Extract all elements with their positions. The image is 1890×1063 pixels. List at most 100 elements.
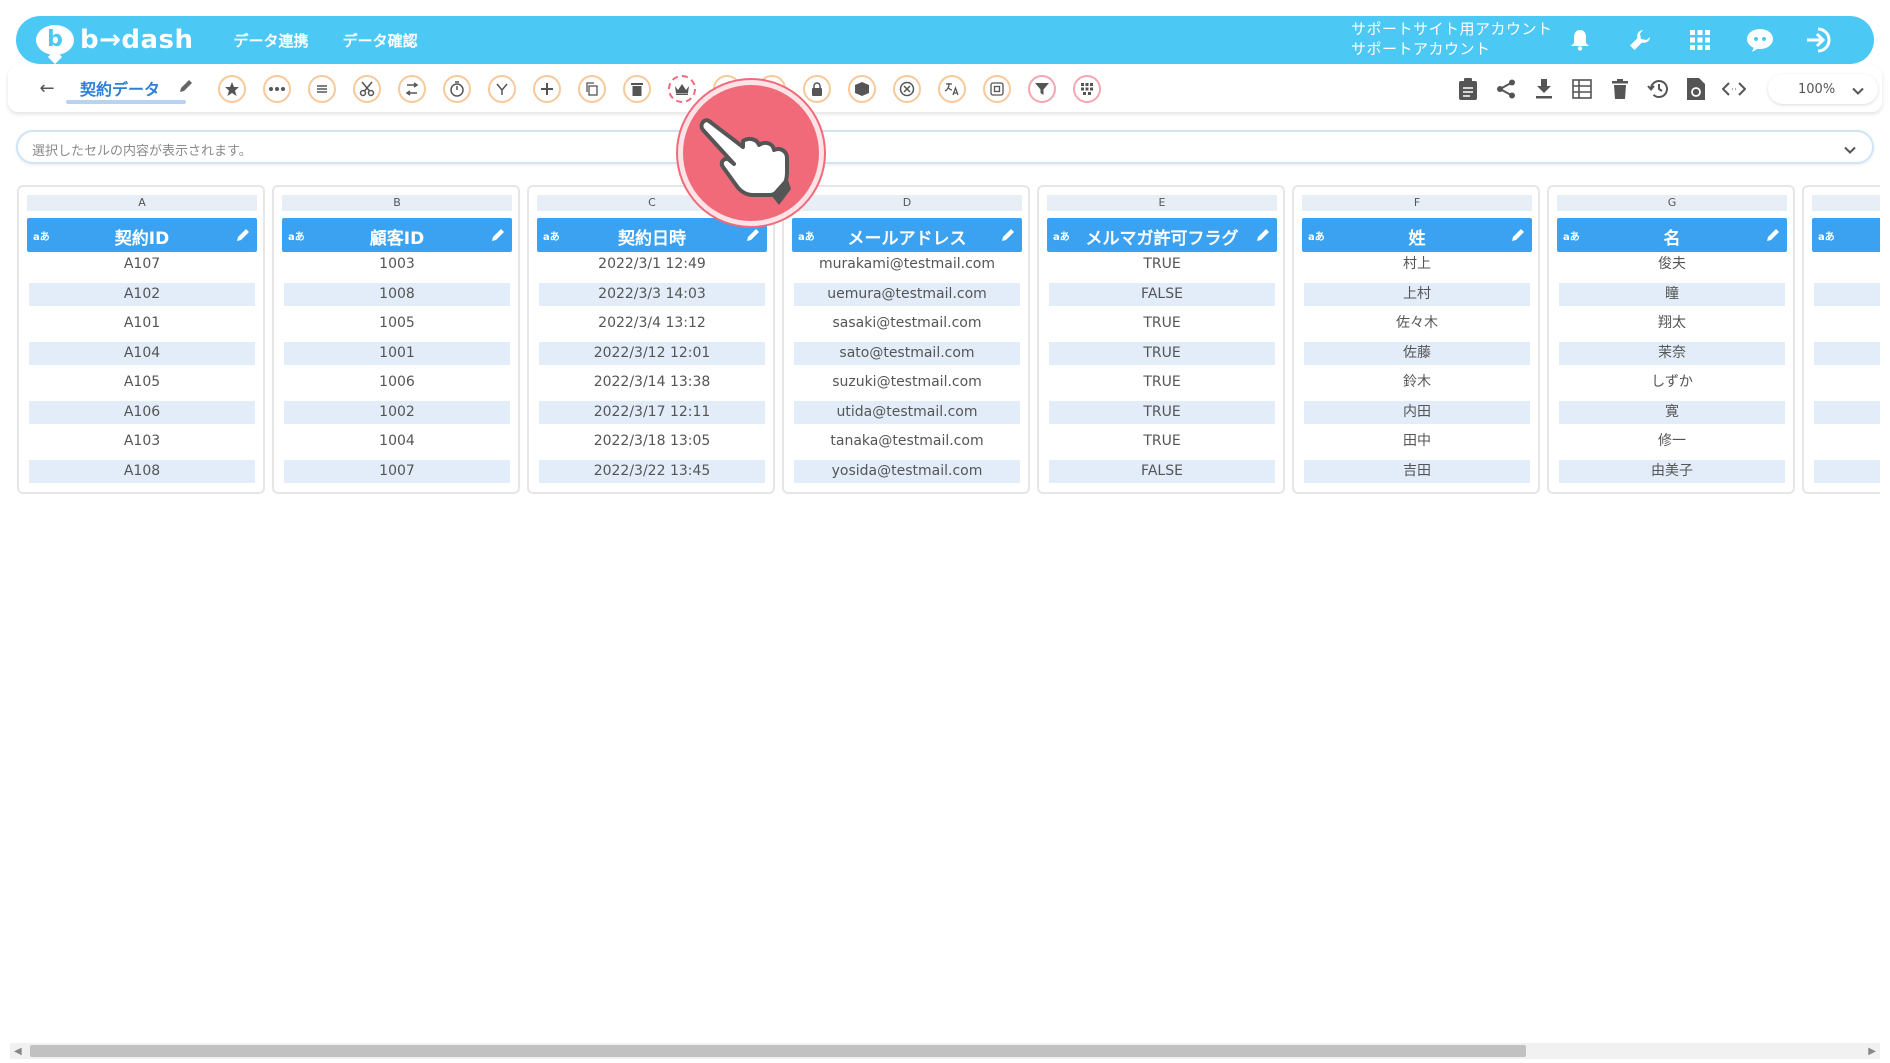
table-cell[interactable]: FALSE bbox=[1049, 459, 1275, 483]
table-cell[interactable]: 1006 bbox=[284, 371, 510, 394]
table-cell[interactable]: 上村 bbox=[1304, 282, 1530, 306]
table-cell[interactable]: 佐藤 bbox=[1304, 341, 1530, 365]
table-cell[interactable]: sato@testmail.com bbox=[794, 341, 1020, 365]
table-cell[interactable]: A103 bbox=[29, 430, 255, 453]
account-info[interactable]: サポートサイト用アカウント サポートアカウント bbox=[1351, 19, 1553, 59]
table-cell[interactable] bbox=[1814, 312, 1880, 335]
table-cell[interactable]: 2022/3/22 13:45 bbox=[539, 459, 765, 483]
table-cell[interactable]: 1004 bbox=[284, 430, 510, 453]
zoom-select[interactable]: 100% bbox=[1768, 74, 1878, 104]
table-cell[interactable]: 2022/3/14 13:38 bbox=[539, 371, 765, 394]
copy-icon[interactable] bbox=[578, 75, 606, 103]
table-cell[interactable]: A108 bbox=[29, 459, 255, 483]
table-cell[interactable]: TRUE bbox=[1049, 341, 1275, 365]
table-cell[interactable]: TRUE bbox=[1049, 312, 1275, 335]
table-cell[interactable]: 2022/3/12 12:01 bbox=[539, 341, 765, 365]
table-cell[interactable]: 2022/3/4 13:12 bbox=[539, 312, 765, 335]
table-cell[interactable]: suzuki@testmail.com bbox=[794, 371, 1020, 394]
table-cell[interactable]: 2022/3/18 13:05 bbox=[539, 430, 765, 453]
grid-icon[interactable] bbox=[1073, 75, 1101, 103]
column-letter[interactable]: E bbox=[1047, 195, 1277, 211]
table-cell[interactable]: A104 bbox=[29, 341, 255, 365]
table-cell[interactable] bbox=[1814, 253, 1880, 276]
logo[interactable]: b b→dash bbox=[36, 25, 194, 55]
column-header[interactable]: aあ 契約ID bbox=[27, 218, 257, 252]
table-cell[interactable]: TRUE bbox=[1049, 400, 1275, 424]
table-cell[interactable] bbox=[1814, 341, 1880, 365]
table-cell[interactable]: 1005 bbox=[284, 312, 510, 335]
table-cell[interactable]: 吉田 bbox=[1304, 459, 1530, 483]
table-cell[interactable] bbox=[1814, 282, 1880, 306]
pencil-icon[interactable] bbox=[490, 227, 506, 243]
cancel-icon[interactable] bbox=[893, 75, 921, 103]
table-cell[interactable]: TRUE bbox=[1049, 253, 1275, 276]
table-cell[interactable]: utida@testmail.com bbox=[794, 400, 1020, 424]
scroll-right-icon[interactable]: ▶ bbox=[1868, 1046, 1876, 1057]
column-header[interactable]: aあ姓 bbox=[1302, 218, 1532, 252]
table-cell[interactable] bbox=[1814, 400, 1880, 424]
column-letter[interactable]: D bbox=[792, 195, 1022, 211]
table-cell[interactable]: 俊夫 bbox=[1559, 253, 1785, 276]
table-cell[interactable]: 村上 bbox=[1304, 253, 1530, 276]
chevron-down-icon[interactable] bbox=[1844, 141, 1856, 160]
table-cell[interactable]: A101 bbox=[29, 312, 255, 335]
delete-icon[interactable] bbox=[1608, 75, 1632, 103]
column-header[interactable]: aあ契 bbox=[1812, 218, 1880, 252]
table-cell[interactable]: FALSE bbox=[1049, 282, 1275, 306]
nav-data-check[interactable]: データ確認 bbox=[343, 30, 418, 51]
download-icon[interactable] bbox=[1532, 75, 1556, 103]
trash-icon[interactable] bbox=[623, 75, 651, 103]
horizontal-scrollbar[interactable]: ◀ ▶ bbox=[10, 1043, 1880, 1059]
pencil-icon[interactable] bbox=[178, 78, 198, 98]
table-icon[interactable] bbox=[1570, 75, 1594, 103]
table-cell[interactable]: 由美子 bbox=[1559, 459, 1785, 483]
table-cell[interactable]: 内田 bbox=[1304, 400, 1530, 424]
table-cell[interactable]: murakami@testmail.com bbox=[794, 253, 1020, 276]
table-cell[interactable]: 修一 bbox=[1559, 430, 1785, 453]
table-cell[interactable]: 1002 bbox=[284, 400, 510, 424]
table-cell[interactable]: tanaka@testmail.com bbox=[794, 430, 1020, 453]
bell-icon[interactable] bbox=[1566, 26, 1594, 54]
back-arrow-icon[interactable]: ← bbox=[36, 78, 58, 100]
column-swap-icon[interactable] bbox=[398, 75, 426, 103]
table-cell[interactable]: A102 bbox=[29, 282, 255, 306]
more-icon[interactable] bbox=[263, 75, 291, 103]
column-letter[interactable] bbox=[1812, 195, 1880, 211]
pencil-icon[interactable] bbox=[1000, 227, 1016, 243]
code-icon[interactable] bbox=[1722, 75, 1746, 103]
table-cell[interactable] bbox=[1814, 459, 1880, 483]
table-cell[interactable]: A107 bbox=[29, 253, 255, 276]
table-cell[interactable]: 寛 bbox=[1559, 400, 1785, 424]
column-header[interactable]: aあ 顧客ID bbox=[282, 218, 512, 252]
filter-icon[interactable] bbox=[1028, 75, 1056, 103]
frame-icon[interactable] bbox=[983, 75, 1011, 103]
pencil-icon[interactable] bbox=[235, 227, 251, 243]
table-cell[interactable]: 1003 bbox=[284, 253, 510, 276]
table-cell[interactable] bbox=[1814, 371, 1880, 394]
column-letter[interactable]: F bbox=[1302, 195, 1532, 211]
column-header[interactable]: aあ メルマガ許可フラグ bbox=[1047, 218, 1277, 252]
column-header[interactable]: aあ メールアドレス bbox=[792, 218, 1022, 252]
table-cell[interactable]: A106 bbox=[29, 400, 255, 424]
apps-grid-icon[interactable] bbox=[1686, 26, 1714, 54]
pencil-icon[interactable] bbox=[1510, 227, 1526, 243]
pencil-icon[interactable] bbox=[1765, 227, 1781, 243]
share-icon[interactable] bbox=[1494, 75, 1518, 103]
column-letter[interactable]: G bbox=[1557, 195, 1787, 211]
box-icon[interactable] bbox=[848, 75, 876, 103]
pencil-icon[interactable] bbox=[1255, 227, 1271, 243]
scroll-left-icon[interactable]: ◀ bbox=[14, 1046, 22, 1057]
history-icon[interactable] bbox=[1646, 75, 1670, 103]
column-header[interactable]: aあ名 bbox=[1557, 218, 1787, 252]
table-cell[interactable]: 1001 bbox=[284, 341, 510, 365]
logout-icon[interactable] bbox=[1806, 26, 1834, 54]
pencil-icon[interactable] bbox=[745, 227, 761, 243]
refresh-icon[interactable] bbox=[1684, 75, 1708, 103]
table-cell[interactable]: 翔太 bbox=[1559, 312, 1785, 335]
table-cell[interactable]: 茉奈 bbox=[1559, 341, 1785, 365]
table-cell[interactable] bbox=[1814, 430, 1880, 453]
sheet-title[interactable]: 契約データ bbox=[80, 76, 160, 100]
table-cell[interactable]: sasaki@testmail.com bbox=[794, 312, 1020, 335]
table-cell[interactable]: しずか bbox=[1559, 371, 1785, 394]
clipboard-icon[interactable] bbox=[1456, 75, 1480, 103]
